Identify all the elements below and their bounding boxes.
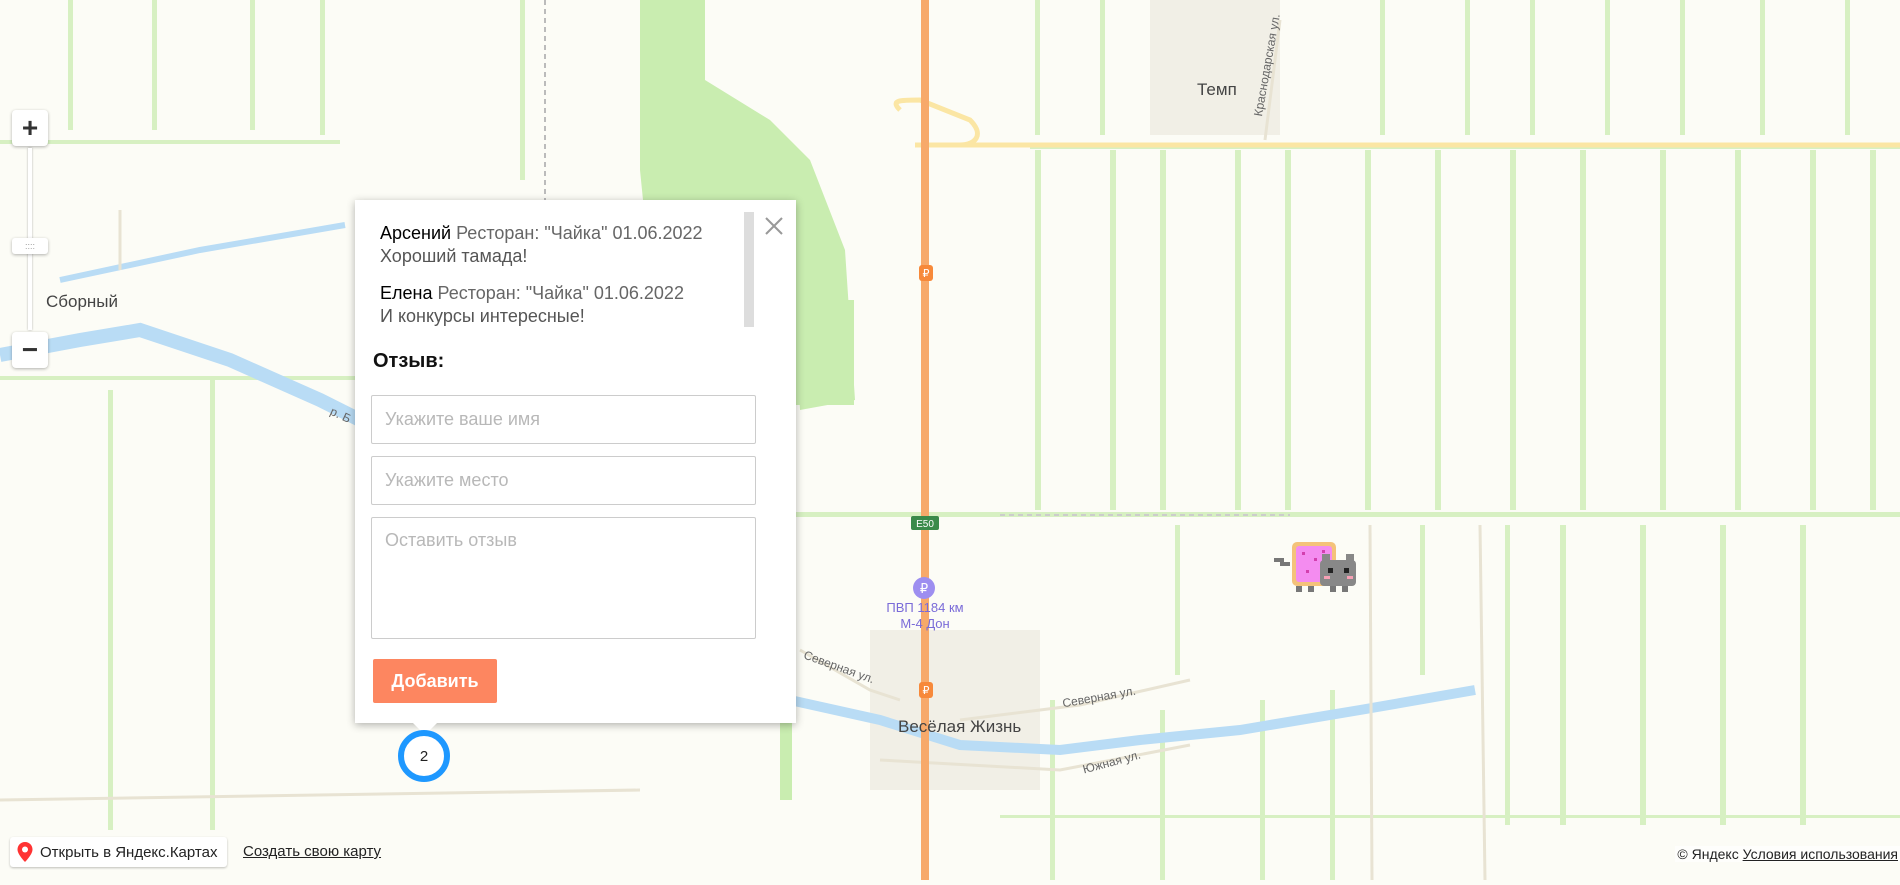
add-button[interactable]: Добавить — [373, 659, 497, 703]
review-meta: Ресторан: "Чайка" 01.06.2022 — [456, 223, 703, 243]
review-text: И конкурсы интересные! — [380, 306, 585, 326]
copyright: © Яндекс Условия использования — [1675, 846, 1900, 862]
review-author: Елена — [380, 283, 433, 303]
terms-link[interactable]: Условия использования — [1743, 846, 1898, 862]
close-icon — [765, 217, 783, 235]
poi-label-pvp: ПВП 1184 км М-4 Дон — [886, 600, 964, 631]
open-in-yandex-maps-label: Открыть в Яндекс.Картах — [40, 843, 218, 861]
place-label-veselaya: Весёлая Жизнь — [898, 717, 1022, 736]
zoom-in-button[interactable]: + — [12, 110, 48, 146]
review-list-scrollbar[interactable] — [744, 212, 754, 327]
svg-text:₽: ₽ — [920, 582, 928, 597]
zoom-slider-handle[interactable]: :::: — [12, 238, 48, 254]
create-map-link[interactable]: Создать свою карту — [243, 843, 381, 860]
copyright-text: © Яндекс — [1677, 846, 1739, 862]
zoom-out-button[interactable]: − — [12, 332, 48, 368]
review-balloon: Арсений Ресторан: "Чайка" 01.06.2022 Хор… — [355, 200, 796, 723]
place-input[interactable] — [371, 456, 756, 505]
review-text: Хороший тамада! — [380, 246, 528, 266]
review-item: Арсений Ресторан: "Чайка" 01.06.2022 Хор… — [380, 222, 750, 268]
map-base-layer: E50 ₽ ₽ ₽ — [0, 0, 1900, 881]
zoom-slider-track[interactable]: :::: — [12, 148, 48, 330]
review-textarea[interactable] — [371, 517, 756, 639]
open-in-yandex-maps-button[interactable]: Открыть в Яндекс.Картах — [10, 837, 228, 867]
svg-text:₽: ₽ — [923, 267, 930, 280]
review-author: Арсений — [380, 223, 452, 243]
place-label-temp: Темп — [1197, 80, 1237, 99]
form-title: Отзыв: — [373, 350, 445, 372]
review-list: Арсений Ресторан: "Чайка" 01.06.2022 Хор… — [380, 222, 750, 327]
review-meta: Ресторан: "Чайка" 01.06.2022 — [437, 283, 684, 303]
cat-placemark-icon[interactable] — [1272, 540, 1362, 596]
map-canvas[interactable]: E50 ₽ ₽ ₽ Сборный Темп Весёлая Жизнь Кра… — [0, 0, 1900, 881]
name-input[interactable] — [371, 395, 756, 444]
close-button[interactable] — [762, 214, 786, 238]
place-label-sborny: Сборный — [46, 292, 119, 311]
svg-text:₽: ₽ — [923, 684, 930, 697]
road-sign-label: E50 — [916, 519, 934, 530]
zoom-control: + :::: − — [12, 110, 48, 370]
cluster-marker[interactable]: 2 — [398, 730, 450, 782]
map-pin-icon — [17, 842, 33, 862]
review-item: Елена Ресторан: "Чайка" 01.06.2022 И кон… — [380, 282, 750, 327]
